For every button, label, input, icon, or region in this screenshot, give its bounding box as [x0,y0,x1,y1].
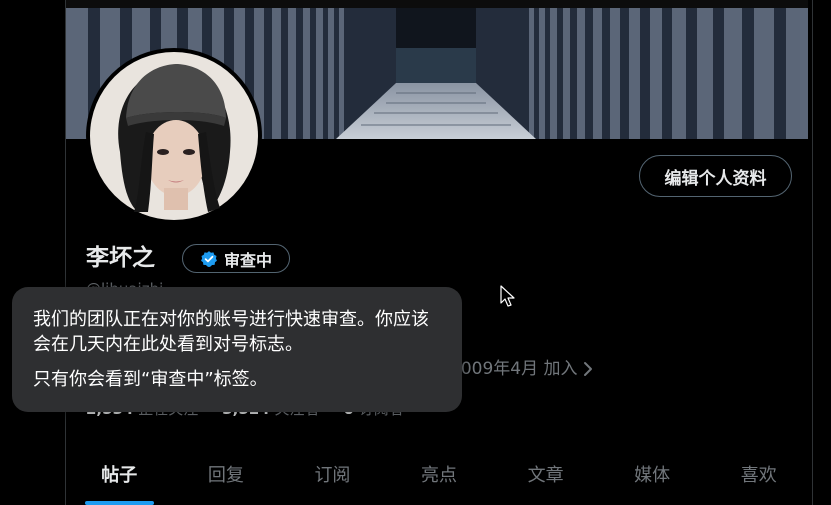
top-header-strip [66,0,808,8]
badge-label: 审查中 [223,250,272,270]
column-border-right [812,0,813,505]
profile-tabs: 帖子 回复 订阅 亮点 文章 媒体 喜欢 [66,450,812,505]
edit-profile-button[interactable]: 编辑个人资料 [639,155,792,197]
mouse-pointer-icon [500,285,515,307]
tab-replies[interactable]: 回复 [173,450,280,498]
verified-check-icon [201,250,217,267]
under-review-badge[interactable]: 审查中 [182,244,290,273]
tab-likes[interactable]: 喜欢 [705,450,812,498]
tab-media[interactable]: 媒体 [599,450,706,498]
review-tooltip: 我们的团队正在对你的账号进行快速审查。你应该会在几天内在此处看到对号标志。 只有… [12,287,462,412]
tab-highlights[interactable]: 亮点 [386,450,493,498]
tooltip-text-note: 只有你会看到“审查中”标签。 [33,369,268,390]
active-tab-indicator [85,501,154,505]
profile-avatar[interactable] [86,48,262,224]
tab-subscriptions[interactable]: 订阅 [279,450,386,498]
joined-label: 2009年4月 加入 [450,359,578,379]
avatar-portrait-image [90,52,258,220]
profile-page: 编辑个人资料 李坏之 审查中 @lihuaizhi 2009年4月 加入 2,5… [0,0,831,505]
tooltip-text-main: 我们的团队正在对你的账号进行快速审查。你应该会在几天内在此处看到对号标志。 [33,309,429,355]
chevron-right-icon [584,362,593,376]
joined-date[interactable]: 2009年4月 加入 [450,357,595,381]
tab-articles[interactable]: 文章 [492,450,599,498]
display-name: 李坏之 [86,245,155,271]
tab-posts[interactable]: 帖子 [66,450,173,498]
